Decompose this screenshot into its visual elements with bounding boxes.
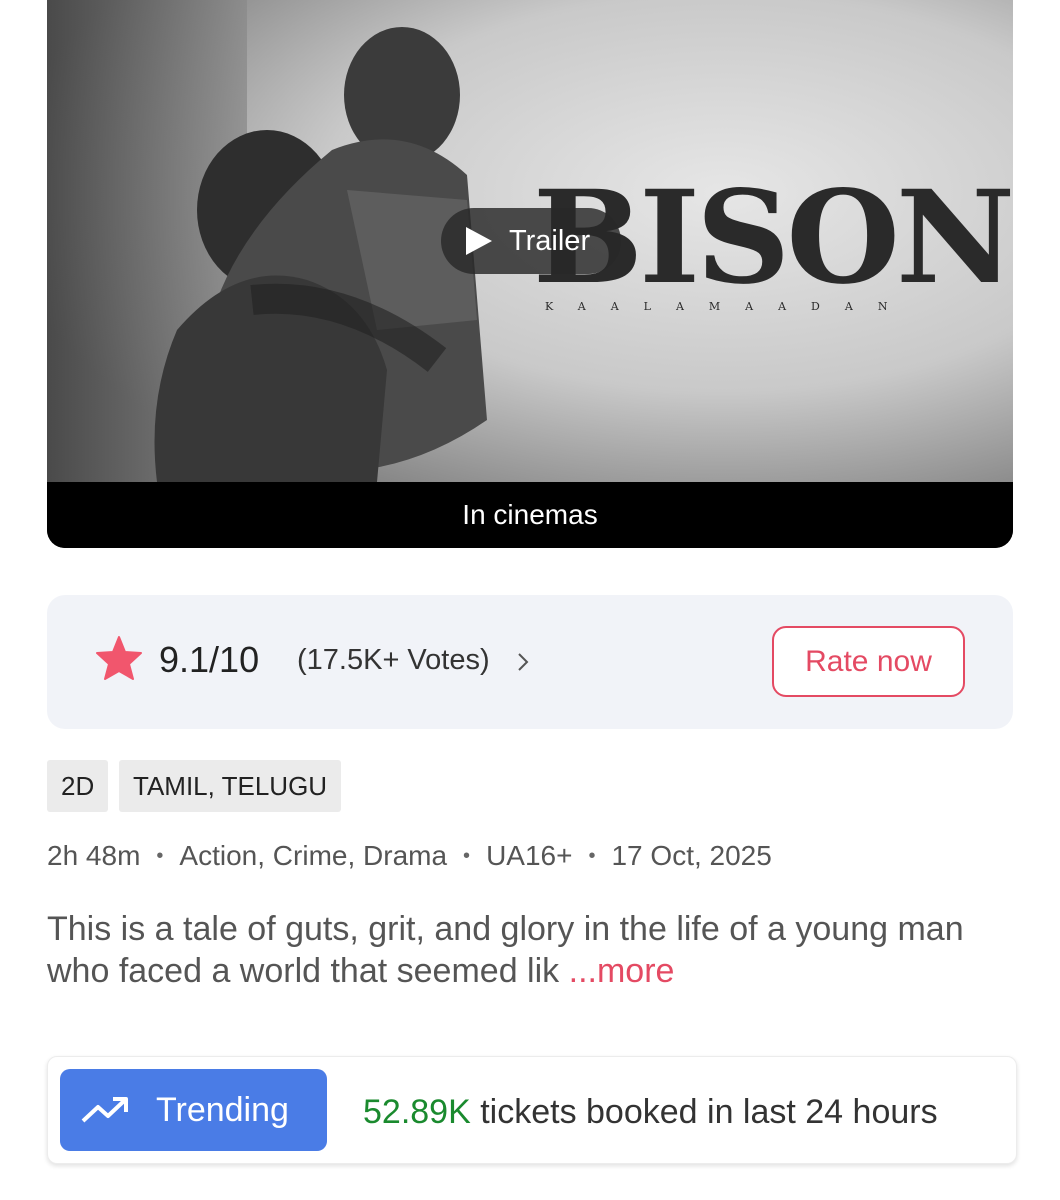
rating-score: 9.1/10: [159, 639, 260, 680]
play-icon: [466, 227, 492, 255]
trailer-label: Trailer: [509, 224, 591, 257]
trending-card: Trending 52.89K tickets booked in last 2…: [47, 1056, 1017, 1164]
rating-votes: (17.5K+ Votes): [297, 644, 490, 676]
genres: Action, Crime, Drama: [179, 840, 448, 871]
movie-details-page: BISON KAALAMAADAN Trailer In cinemas 9.1…: [0, 0, 1060, 1200]
movie-meta: 2h 48m • Action, Crime, Drama • UA16+ • …: [47, 840, 772, 872]
duration: 2h 48m: [47, 840, 141, 871]
in-cinemas-label: In cinemas: [462, 499, 598, 530]
poster-subtitle-text: KAALAMAADAN: [545, 300, 913, 313]
format-tag: 2D: [47, 760, 109, 812]
trending-badge: Trending: [60, 1069, 327, 1151]
more-link[interactable]: ...more: [569, 952, 675, 990]
language-tag: TAMIL, TELUGU: [119, 760, 342, 812]
description-text: This is a tale of guts, grit, and glory …: [47, 910, 964, 990]
movie-description: This is a tale of guts, grit, and glory …: [47, 908, 1007, 992]
rate-now-button[interactable]: Rate now: [772, 626, 965, 697]
certificate: UA16+: [486, 840, 573, 871]
star-icon: [96, 636, 142, 680]
tickets-text: tickets booked in last 24 hours: [480, 1093, 938, 1131]
tickets-count: 52.89K: [363, 1093, 471, 1131]
separator-dot: •: [588, 844, 596, 867]
trending-label: Trending: [156, 1090, 289, 1129]
separator-dot: •: [156, 844, 164, 867]
chevron-right-icon[interactable]: [515, 648, 531, 676]
movie-poster[interactable]: BISON KAALAMAADAN Trailer In cinemas: [47, 0, 1013, 548]
trending-stats: 52.89K tickets booked in last 24 hours: [363, 1093, 938, 1132]
trending-up-icon: [81, 1097, 128, 1123]
trailer-button[interactable]: Trailer: [441, 208, 621, 274]
separator-dot: •: [463, 844, 471, 867]
in-cinemas-banner: In cinemas: [47, 482, 1013, 548]
rating-card[interactable]: 9.1/10 (17.5K+ Votes) Rate now: [47, 595, 1013, 729]
release-date: 17 Oct, 2025: [611, 840, 772, 871]
